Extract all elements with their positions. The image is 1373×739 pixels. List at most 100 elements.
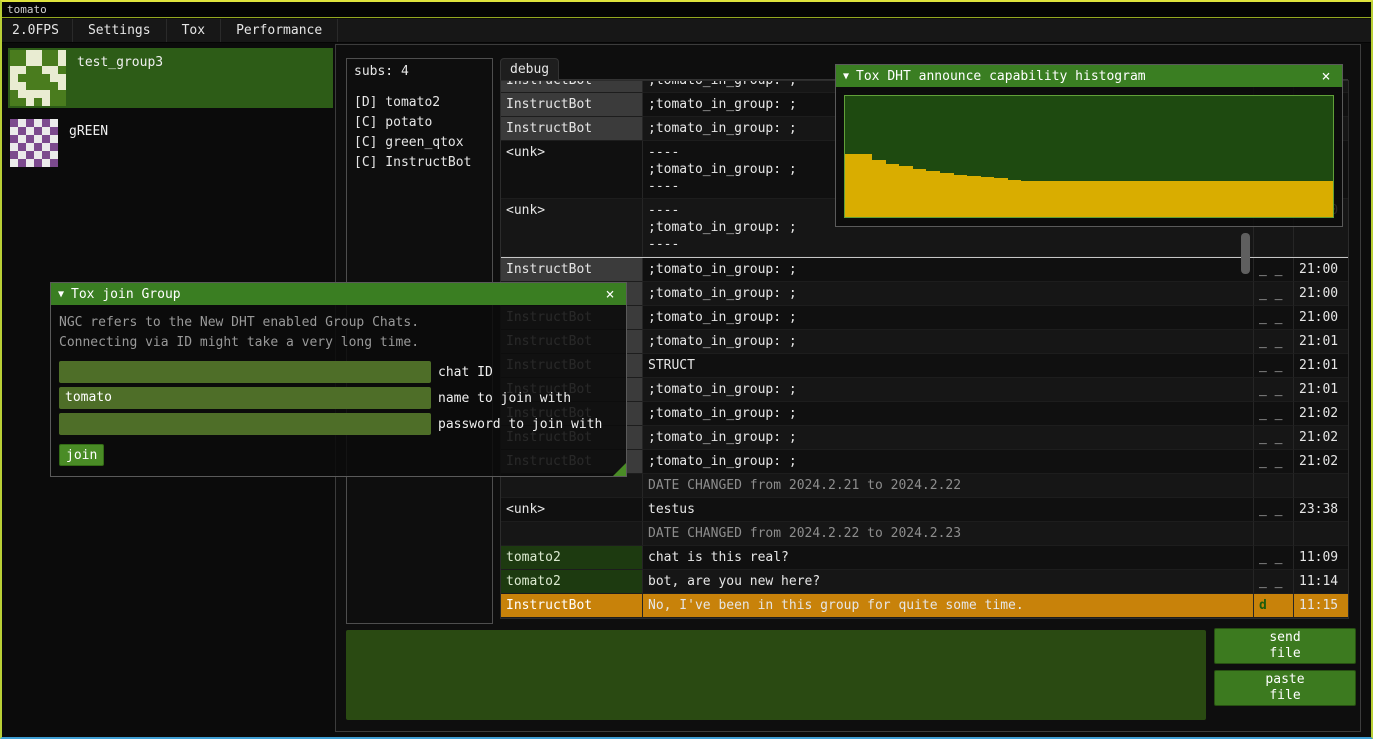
- message-timestamp: 11:15: [1294, 594, 1348, 618]
- avatar-pixel: [50, 151, 58, 159]
- avatar-pixel: [26, 151, 34, 159]
- avatar-pixel: [26, 143, 34, 151]
- avatar-pixel: [18, 74, 26, 82]
- collapse-arrow-icon[interactable]: ▼: [843, 71, 849, 82]
- member-item[interactable]: [C] InstructBot: [354, 155, 485, 175]
- message-text: ;tomato_in_group: ;: [643, 282, 1254, 306]
- avatar-pixel: [26, 82, 34, 90]
- avatar-pixel: [42, 50, 50, 58]
- message-row[interactable]: InstructBot;tomato_in_group: ;_ _21:01: [501, 330, 1348, 354]
- message-row[interactable]: InstructBot;tomato_in_group: ;_ _21:00: [501, 257, 1348, 282]
- message-timestamp: 11:09: [1294, 546, 1348, 570]
- avatar-pixel: [50, 74, 58, 82]
- avatar-pixel: [26, 50, 34, 58]
- dht-histogram-window: ▼ Tox DHT announce capability histogram …: [835, 64, 1343, 227]
- join-group-window: ▼ Tox join Group × NGC refers to the New…: [50, 282, 627, 477]
- chat-scrollbar[interactable]: [1241, 233, 1250, 274]
- group-name-label: gREEN: [69, 118, 108, 139]
- histogram-bar: [940, 173, 954, 217]
- member-item[interactable]: [D] tomato2: [354, 95, 485, 115]
- field-row: tomato name to join with: [59, 387, 618, 409]
- histogram-bar: [1103, 181, 1117, 217]
- member-item[interactable]: [C] green_qtox: [354, 135, 485, 155]
- avatar-pixel: [34, 159, 42, 167]
- group-list-item[interactable]: gREEN: [8, 117, 333, 175]
- message-text: testus: [643, 498, 1254, 522]
- histogram-window-titlebar[interactable]: ▼ Tox DHT announce capability histogram …: [836, 65, 1342, 87]
- message-row[interactable]: InstructBotNo, I've been in this group f…: [501, 594, 1348, 618]
- message-timestamp: 21:02: [1294, 450, 1348, 474]
- member-item[interactable]: [C] potato: [354, 115, 485, 135]
- avatar-pixel: [10, 74, 18, 82]
- date-changed-row[interactable]: DATE CHANGED from 2024.2.22 to 2024.2.23: [501, 522, 1348, 546]
- message-timestamp: 23:38: [1294, 498, 1348, 522]
- message-text: ;tomato_in_group: ;: [643, 426, 1254, 450]
- avatar-pixel: [26, 98, 34, 106]
- message-row[interactable]: InstructBot;tomato_in_group: ;_ _21:01: [501, 378, 1348, 402]
- join-button[interactable]: join: [59, 444, 104, 466]
- message-text: ;tomato_in_group: ;: [643, 450, 1254, 474]
- group-avatar: [10, 119, 58, 167]
- message-row[interactable]: tomato2chat is this real?_ _11:09: [501, 546, 1348, 570]
- join-password-input[interactable]: [59, 413, 431, 435]
- fps-counter: 2.0FPS: [2, 19, 73, 42]
- field-row: password to join with: [59, 413, 618, 435]
- message-row[interactable]: InstructBot;tomato_in_group: ;_ _21:02: [501, 450, 1348, 474]
- avatar-pixel: [34, 82, 42, 90]
- histogram-bar: [1211, 181, 1225, 217]
- window-titlebar[interactable]: tomato: [2, 2, 1371, 18]
- avatar-pixel: [50, 82, 58, 90]
- message-row[interactable]: InstructBot;tomato_in_group: ;_ _21:00: [501, 282, 1348, 306]
- message-flags: _ _: [1254, 330, 1294, 354]
- avatar-pixel: [34, 98, 42, 106]
- message-row[interactable]: InstructBot;tomato_in_group: ;_ _21:00: [501, 306, 1348, 330]
- menu-item-performance[interactable]: Performance: [221, 19, 338, 42]
- message-row[interactable]: InstructBotSTRUCT_ _21:01: [501, 354, 1348, 378]
- tab-debug[interactable]: debug: [500, 58, 559, 80]
- chat-id-input[interactable]: [59, 361, 431, 383]
- send-file-button[interactable]: send file: [1214, 628, 1356, 664]
- menu-item-settings[interactable]: Settings: [73, 19, 167, 42]
- collapse-arrow-icon[interactable]: ▼: [58, 289, 64, 300]
- join-window-titlebar[interactable]: ▼ Tox join Group ×: [51, 283, 626, 305]
- histogram-bar: [886, 164, 900, 217]
- message-timestamp: [1294, 474, 1348, 498]
- close-icon[interactable]: ×: [1317, 67, 1335, 85]
- group-list-item[interactable]: test_group3: [8, 48, 333, 108]
- message-row[interactable]: tomato2bot, are you new here?_ _11:14: [501, 570, 1348, 594]
- avatar-pixel: [18, 135, 26, 143]
- avatar-pixel: [42, 135, 50, 143]
- avatar-pixel: [10, 151, 18, 159]
- histogram-bar: [926, 171, 940, 217]
- message-row[interactable]: InstructBot;tomato_in_group: ;_ _21:02: [501, 402, 1348, 426]
- join-window-title: Tox join Group: [71, 287, 594, 302]
- paste-file-button[interactable]: paste file: [1214, 670, 1356, 706]
- histogram-bar: [1238, 181, 1252, 217]
- resize-grip[interactable]: [613, 463, 626, 476]
- date-changed-row[interactable]: DATE CHANGED from 2024.2.21 to 2024.2.22: [501, 474, 1348, 498]
- histogram-bar: [1225, 181, 1239, 217]
- message-flags: _ _: [1254, 546, 1294, 570]
- avatar-pixel: [10, 98, 18, 106]
- message-author: <unk>: [501, 498, 643, 522]
- message-row[interactable]: <unk>testus_ _23:38: [501, 498, 1348, 522]
- message-timestamp: 21:01: [1294, 330, 1348, 354]
- message-input[interactable]: [346, 630, 1206, 720]
- avatar-pixel: [50, 98, 58, 106]
- message-row[interactable]: InstructBot;tomato_in_group: ;_ _21:02: [501, 426, 1348, 450]
- app-window: tomato 2.0FPS SettingsToxPerformance tes…: [0, 0, 1373, 739]
- histogram-plot[interactable]: [844, 95, 1334, 218]
- avatar-pixel: [26, 58, 34, 66]
- avatar-pixel: [58, 82, 66, 90]
- avatar-pixel: [10, 82, 18, 90]
- close-icon[interactable]: ×: [601, 285, 619, 303]
- menu-item-tox[interactable]: Tox: [167, 19, 221, 42]
- message-timestamp: 21:02: [1294, 402, 1348, 426]
- member-list: [D] tomato2[C] potato[C] green_qtox[C] I…: [354, 95, 485, 175]
- avatar-pixel: [10, 127, 18, 135]
- histogram-bar: [1184, 181, 1198, 217]
- message-flags: _ _: [1254, 378, 1294, 402]
- avatar-pixel: [18, 143, 26, 151]
- message-text: ;tomato_in_group: ;: [643, 306, 1254, 330]
- join-name-input[interactable]: tomato: [59, 387, 431, 409]
